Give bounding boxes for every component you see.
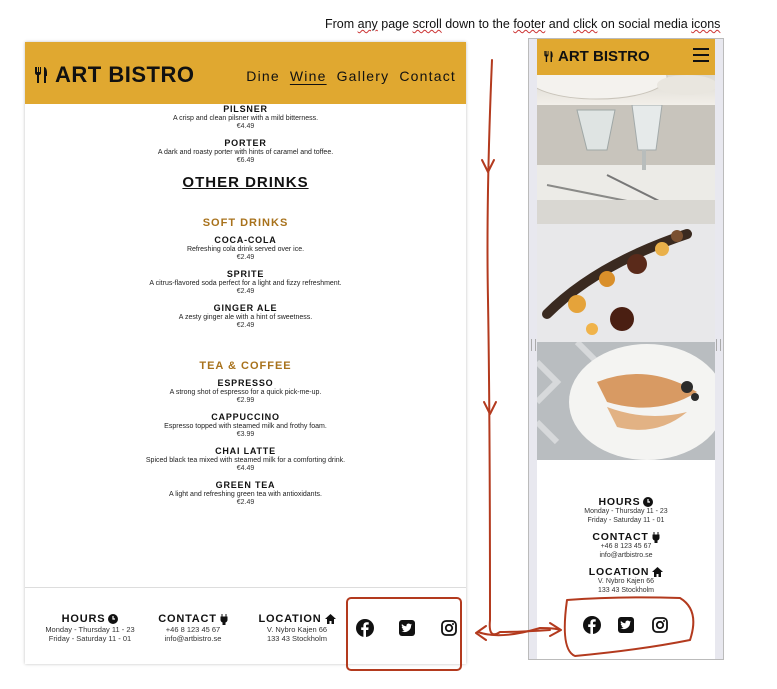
- home-icon: [652, 567, 664, 577]
- category-tea-coffee: TEA & COFFEE: [199, 360, 292, 372]
- drinks-menu: PILSNER A crisp and clean pilsner with a…: [25, 104, 466, 514]
- nav-link-wine[interactable]: Wine: [290, 68, 327, 84]
- twitter-icon[interactable]: [617, 616, 635, 634]
- resize-handle-right[interactable]: [716, 339, 721, 351]
- menu-item: COCA-COLA Refreshing cola drink served o…: [186, 235, 305, 261]
- menu-item: CAPPUCCINO Espresso topped with steamed …: [164, 412, 327, 438]
- mobile-brand-logo[interactable]: ART BISTRO: [543, 48, 650, 65]
- gallery-photo-plates: [537, 75, 715, 105]
- cutlery-icon: [35, 67, 47, 83]
- category-soft-drinks: SOFT DRINKS: [202, 217, 289, 229]
- hamburger-menu-icon[interactable]: [693, 48, 709, 66]
- nav-link-gallery[interactable]: Gallery: [337, 68, 390, 84]
- menu-item: GINGER ALE A zesty ginger ale with a hin…: [178, 303, 313, 329]
- menu-item: ESPRESSO A strong shot of espresso for a…: [169, 378, 322, 404]
- gallery-photo-fish: [537, 342, 715, 460]
- mobile-footer-contact: CONTACT +46 8 123 45 67 info@artbistro.s…: [537, 531, 715, 560]
- menu-item: PORTER A dark and roasty porter with hin…: [157, 138, 334, 164]
- plug-icon: [652, 531, 660, 543]
- twitter-icon[interactable]: [398, 619, 416, 637]
- instagram-icon[interactable]: [440, 619, 458, 637]
- facebook-icon[interactable]: [583, 616, 601, 634]
- section-heading-other-drinks: OTHER DRINKS: [182, 174, 309, 191]
- menu-item: CHAI LATTE Spiced black tea mixed with s…: [145, 446, 346, 472]
- clock-icon: [108, 614, 119, 624]
- footer-socials: [356, 619, 458, 637]
- nav-link-dine[interactable]: Dine: [246, 68, 280, 84]
- gallery-photo-glasses: [537, 105, 715, 224]
- home-icon: [324, 614, 336, 624]
- annotation-arrow-down-1: [481, 159, 495, 173]
- gallery-spacer: [537, 460, 715, 476]
- annotation-arrowhead-left: [475, 625, 487, 641]
- desktop-screenshot: ART BISTRO Dine Wine Gallery Contact PIL…: [25, 42, 466, 664]
- mobile-footer-hours: HOURS Monday - Thursday 11 - 23 Friday -…: [584, 496, 668, 524]
- menu-item: GREEN TEA A light and refreshing green t…: [169, 480, 322, 506]
- resize-handle-left[interactable]: [531, 339, 536, 351]
- mobile-footer-location: LOCATION V. Nybro Kajen 66 133 43 Stockh…: [537, 566, 715, 595]
- footer-hours: HOURS Monday - Thursday 11 - 23 Friday -…: [45, 613, 135, 643]
- clock-icon: [643, 497, 654, 507]
- mobile-screenshot: ART BISTRO HOURS Monday - Thursday 11 - …: [528, 38, 724, 660]
- plug-icon: [220, 613, 228, 625]
- nav-link-contact[interactable]: Contact: [399, 68, 456, 84]
- annotation-instruction: From any page scroll down to the footer …: [325, 17, 721, 31]
- mobile-footer-socials: [583, 616, 669, 634]
- navbar: ART BISTRO Dine Wine Gallery Contact: [25, 42, 466, 104]
- gallery-photo-dessert: [537, 224, 715, 342]
- instagram-icon[interactable]: [651, 616, 669, 634]
- menu-item: PILSNER A crisp and clean pilsner with a…: [172, 104, 319, 130]
- mobile-navbar: ART BISTRO: [537, 39, 715, 75]
- brand-logo[interactable]: ART BISTRO: [33, 62, 194, 88]
- menu-item: SPRITE A citrus-flavored soda perfect fo…: [149, 269, 342, 295]
- facebook-icon[interactable]: [356, 619, 374, 637]
- nav-links: Dine Wine Gallery Contact: [246, 68, 456, 84]
- cutlery-icon: [544, 51, 553, 62]
- footer-contact: CONTACT +46 8 123 45 67 info@artbistro.s…: [151, 613, 235, 643]
- annotation-arrow-down-2: [483, 401, 497, 415]
- footer-location: LOCATION V. Nybro Kajen 66 133 43 Stockh…: [251, 613, 343, 643]
